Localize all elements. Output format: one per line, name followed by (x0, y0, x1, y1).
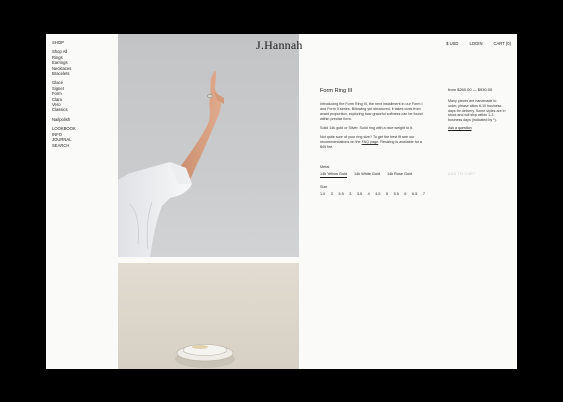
shipping-info: Many pieces are handmade to order, pleas… (448, 99, 506, 123)
product-title: Form Ring III (320, 88, 353, 94)
size-option[interactable]: 3 (349, 192, 351, 196)
size-option[interactable]: 1.0 (320, 192, 325, 196)
product-description: Introducing the Form Ring III, the next … (320, 102, 428, 154)
product-image-ring-dish (118, 263, 299, 369)
sidebar-item-search[interactable]: SEARCH (52, 143, 112, 148)
brand-logo[interactable]: J.Hannah (256, 38, 303, 53)
size-option[interactable]: 4 (368, 192, 370, 196)
add-to-cart-button[interactable]: ADD TO CART (448, 172, 475, 176)
price-range: from $260.00 — $930.00 (448, 87, 493, 92)
description-paragraph: Introducing the Form Ring III, the next … (320, 102, 423, 121)
sidebar-info-group: LOOKBOOK INFO JOURNAL SEARCH (52, 126, 112, 148)
metal-option-white-gold[interactable]: 14k White Gold (354, 172, 380, 178)
size-option[interactable]: 4.5 (375, 192, 380, 196)
size-option[interactable]: 6.5 (412, 192, 417, 196)
size-option[interactable]: 5 (386, 192, 388, 196)
size-option[interactable]: 6 (404, 192, 406, 196)
metal-label: Metal (320, 165, 330, 169)
sidebar-nailpolish-group: Nailpolish (52, 117, 112, 122)
metal-option-yellow-gold[interactable]: 14k Yellow Gold (320, 172, 348, 178)
faq-link[interactable]: FAQ page (362, 140, 379, 144)
sidebar-collections: Glacé Signet Form Clara Vero Classics (52, 80, 112, 112)
sidebar-categories: Shop All Rings Earrings Necklaces Bracel… (52, 49, 112, 76)
product-image-hand (118, 34, 299, 257)
size-label: Size (320, 185, 328, 189)
size-option[interactable]: 5.5 (394, 192, 399, 196)
login-link[interactable]: LOGIN (469, 41, 482, 46)
product-page: SHOP Shop All Rings Earrings Necklaces B… (46, 34, 517, 369)
currency-selector[interactable]: $ USD (446, 41, 458, 46)
size-option[interactable]: 3.5 (357, 192, 362, 196)
top-nav: $ USD LOGIN CART (0) (446, 41, 511, 46)
size-option[interactable]: 3 (331, 192, 333, 196)
sidebar-item-classics[interactable]: Classics (52, 107, 112, 112)
cart-link[interactable]: CART (0) (493, 41, 511, 46)
hand-photo (118, 70, 224, 257)
sidebar-item-nailpolish[interactable]: Nailpolish (52, 117, 112, 122)
ask-question-link[interactable]: Ask a question (448, 126, 472, 130)
sidebar-shop[interactable]: SHOP (52, 40, 112, 45)
metal-option-rose-gold[interactable]: 14k Rose Gold (387, 172, 412, 178)
material-paragraph: Solid 14k gold or Silver. Solid ring wit… (320, 126, 414, 130)
size-option[interactable]: 7 (423, 192, 425, 196)
sidebar-nav: SHOP Shop All Rings Earrings Necklaces B… (52, 40, 112, 152)
size-options: 1.0 3 3.5 3 3.5 4 4.5 5 5.5 6 6.5 7 (320, 192, 425, 196)
sidebar-item-bracelets[interactable]: Bracelets (52, 71, 112, 76)
ring-dish-photo (175, 344, 235, 368)
size-option[interactable]: 3.5 (338, 192, 343, 196)
metal-options: 14k Yellow Gold 14k White Gold 14k Rose … (320, 172, 412, 178)
size-help-paragraph: Not quite sure of your ring size? To get… (320, 135, 428, 150)
